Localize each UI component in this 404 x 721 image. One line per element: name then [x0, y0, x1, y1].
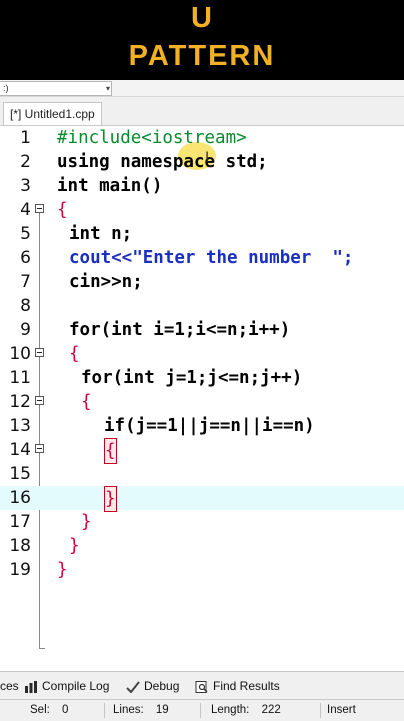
code-line[interactable]: 3 int main(): [0, 174, 404, 198]
tab-compile-log[interactable]: Compile Log: [24, 672, 109, 700]
code-line[interactable]: 12 {: [0, 390, 404, 414]
line-number: 10: [9, 344, 31, 364]
editor-tabbar: [*] Untitled1.cpp: [0, 97, 404, 126]
code-line[interactable]: 13 if(j==1||j==n||i==n): [0, 414, 404, 438]
line-number: 9: [20, 320, 31, 340]
line-number: 15: [9, 464, 31, 484]
line-number: 1: [20, 128, 31, 148]
code-line[interactable]: 17 }: [0, 510, 404, 534]
fold-guide-end: [39, 648, 45, 649]
tab-untitled1[interactable]: [*] Untitled1.cpp: [3, 102, 102, 125]
line-number: 13: [9, 416, 31, 436]
code-line[interactable]: 19 }: [0, 558, 404, 582]
ide-window: :) ▾ [*] Untitled1.cpp 1 #include<iostre…: [0, 80, 404, 721]
fold-toggle-icon[interactable]: [35, 444, 44, 453]
code-line-current[interactable]: 16 }: [0, 486, 404, 512]
line-number: 5: [20, 224, 31, 244]
line-number: 3: [20, 176, 31, 196]
code-text: if(j==1||j==n||i==n): [104, 416, 315, 436]
status-divider: [320, 703, 321, 718]
tab-resources[interactable]: ces: [0, 672, 19, 700]
code-line[interactable]: 9 for(int i=1;i<=n;i++): [0, 318, 404, 342]
code-text: {: [81, 392, 92, 412]
fold-toggle-icon[interactable]: [35, 204, 44, 213]
code-line[interactable]: 1 #include<iostream>: [0, 126, 404, 150]
status-length-value: 222: [261, 704, 281, 716]
toolbar-strip: :) ▾: [0, 80, 404, 97]
status-lines-label: Lines:: [113, 704, 144, 716]
line-number: 6: [20, 248, 31, 268]
line-number: 2: [20, 152, 31, 172]
status-sel-label: Sel:: [30, 704, 50, 716]
code-line[interactable]: 8: [0, 294, 404, 318]
status-bar: Sel: 0 Lines: 19 Length: 222 Insert: [0, 699, 404, 721]
code-text: cout<<"Enter the number ";: [69, 248, 354, 268]
status-lines-value: 19: [155, 704, 169, 716]
status-sel: Sel: 0: [30, 700, 68, 721]
chevron-down-icon[interactable]: ▾: [106, 82, 110, 95]
status-mode: Insert: [327, 704, 356, 716]
code-text: {: [104, 438, 117, 464]
code-text: }: [81, 512, 92, 532]
tab-resources-label: ces: [0, 679, 19, 693]
code-editor[interactable]: 1 #include<iostream> 2 using namespace s…: [0, 126, 404, 671]
status-divider: [104, 703, 105, 718]
tab-find-results-label: Find Results: [213, 679, 280, 693]
bar-chart-icon: [25, 680, 37, 693]
code-text: }: [69, 536, 80, 556]
line-number: 16: [9, 488, 31, 508]
code-line[interactable]: 5 int n;: [0, 222, 404, 246]
code-line[interactable]: 18 }: [0, 534, 404, 558]
code-text: #include<iostream>: [57, 128, 247, 148]
find-icon: [195, 680, 208, 693]
code-text: {: [69, 344, 80, 364]
code-text: using namespace std;: [57, 152, 268, 172]
fold-toggle-icon[interactable]: [35, 396, 44, 405]
code-line[interactable]: 6 cout<<"Enter the number ";: [0, 246, 404, 270]
code-text: cin>>n;: [69, 272, 143, 292]
code-text: int n;: [69, 224, 133, 244]
code-text: }: [57, 560, 68, 580]
code-text: for(int j=1;j<=n;j++): [81, 368, 303, 388]
banner-line-2: PATTERN: [128, 40, 276, 72]
status-divider: [200, 703, 201, 718]
tab-debug[interactable]: Debug: [126, 672, 179, 700]
tab-debug-label: Debug: [144, 679, 180, 693]
line-number: 8: [20, 296, 31, 316]
code-line[interactable]: 7 cin>>n;: [0, 270, 404, 294]
tab-find-results[interactable]: Find Results: [195, 672, 280, 700]
code-text: for(int i=1;i<=n;i++): [69, 320, 291, 340]
line-number: 12: [9, 392, 31, 412]
code-text: {: [57, 200, 68, 220]
status-sel-value: 0: [62, 704, 69, 716]
status-lines: Lines: 19: [113, 700, 169, 721]
line-number: 14: [9, 440, 31, 460]
code-line[interactable]: 11 for(int j=1;j<=n;j++): [0, 366, 404, 390]
code-line[interactable]: 14 {: [0, 438, 404, 464]
class-combo[interactable]: :) ▾: [0, 81, 112, 96]
line-number: 19: [9, 560, 31, 580]
code-text: int main(): [57, 176, 163, 196]
code-text: }: [104, 486, 117, 512]
checkmark-icon: [126, 681, 140, 693]
code-line[interactable]: 15: [0, 462, 404, 486]
line-number: 7: [20, 272, 31, 292]
fold-toggle-icon[interactable]: [35, 348, 44, 357]
code-line[interactable]: 4 {: [0, 198, 404, 222]
banner-line-1: U: [191, 2, 213, 34]
status-length-label: Length:: [211, 704, 250, 716]
status-length: Length: 222: [211, 700, 281, 721]
code-line[interactable]: 2 using namespace std;: [0, 150, 404, 174]
code-line[interactable]: 10 {: [0, 342, 404, 366]
line-number: 18: [9, 536, 31, 556]
line-number: 11: [9, 368, 31, 388]
bottom-panel-tabs: ces Compile Log Debug Find Results: [0, 671, 404, 700]
title-banner: U PATTERN: [0, 0, 404, 80]
line-number: 4: [20, 200, 31, 220]
text-cursor-icon: I: [205, 150, 210, 166]
tab-compile-log-label: Compile Log: [42, 679, 110, 693]
line-number: 17: [9, 512, 31, 532]
class-combo-value: :): [3, 83, 9, 93]
